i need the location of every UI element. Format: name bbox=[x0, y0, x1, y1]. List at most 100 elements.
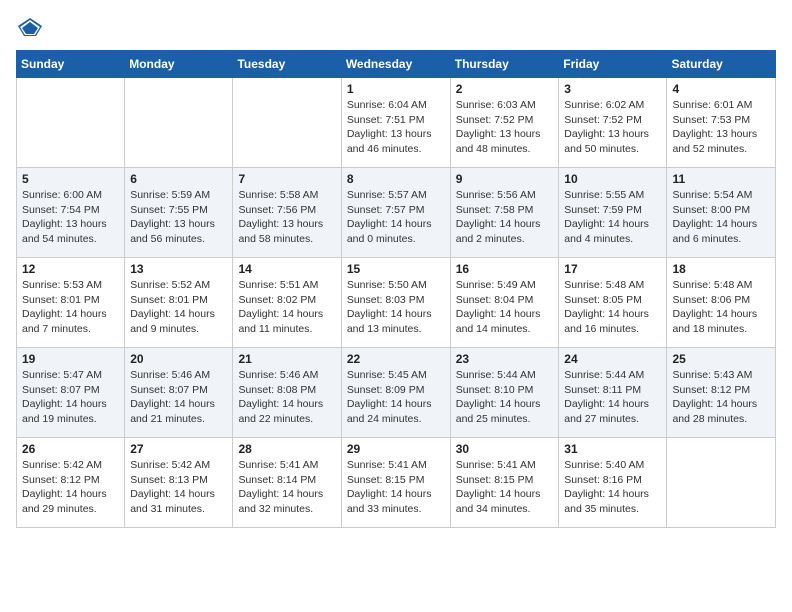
calendar-cell: 22 Sunrise: 5:45 AM Sunset: 8:09 PM Dayli… bbox=[341, 348, 450, 438]
calendar-week-row: 19 Sunrise: 5:47 AM Sunset: 8:07 PM Dayli… bbox=[17, 348, 776, 438]
calendar-cell: 9 Sunrise: 5:56 AM Sunset: 7:58 PM Daylig… bbox=[450, 168, 559, 258]
day-info: Sunrise: 5:41 AM Sunset: 8:15 PM Dayligh… bbox=[456, 458, 554, 517]
day-info: Sunrise: 5:48 AM Sunset: 8:06 PM Dayligh… bbox=[672, 278, 770, 337]
day-info: Sunrise: 6:01 AM Sunset: 7:53 PM Dayligh… bbox=[672, 98, 770, 157]
calendar-cell: 19 Sunrise: 5:47 AM Sunset: 8:07 PM Dayli… bbox=[17, 348, 125, 438]
calendar-cell: 11 Sunrise: 5:54 AM Sunset: 8:00 PM Dayli… bbox=[667, 168, 776, 258]
day-number: 22 bbox=[347, 352, 445, 366]
calendar-cell: 15 Sunrise: 5:50 AM Sunset: 8:03 PM Dayli… bbox=[341, 258, 450, 348]
day-number: 24 bbox=[564, 352, 661, 366]
calendar-cell bbox=[17, 78, 125, 168]
day-number: 29 bbox=[347, 442, 445, 456]
calendar-cell: 1 Sunrise: 6:04 AM Sunset: 7:51 PM Daylig… bbox=[341, 78, 450, 168]
weekday-header: Wednesday bbox=[341, 51, 450, 78]
day-number: 5 bbox=[22, 172, 119, 186]
calendar-cell: 29 Sunrise: 5:41 AM Sunset: 8:15 PM Dayli… bbox=[341, 438, 450, 528]
day-number: 18 bbox=[672, 262, 770, 276]
day-info: Sunrise: 6:04 AM Sunset: 7:51 PM Dayligh… bbox=[347, 98, 445, 157]
weekday-header: Saturday bbox=[667, 51, 776, 78]
day-info: Sunrise: 5:42 AM Sunset: 8:12 PM Dayligh… bbox=[22, 458, 119, 517]
day-number: 7 bbox=[238, 172, 335, 186]
day-info: Sunrise: 5:47 AM Sunset: 8:07 PM Dayligh… bbox=[22, 368, 119, 427]
day-number: 16 bbox=[456, 262, 554, 276]
calendar-cell: 16 Sunrise: 5:49 AM Sunset: 8:04 PM Dayli… bbox=[450, 258, 559, 348]
calendar-cell: 10Sunrise: 5:55 AM Sunset: 7:59 PM Dayli… bbox=[559, 168, 667, 258]
day-info: Sunrise: 5:43 AM Sunset: 8:12 PM Dayligh… bbox=[672, 368, 770, 427]
day-number: 6 bbox=[130, 172, 227, 186]
day-info: Sunrise: 5:51 AM Sunset: 8:02 PM Dayligh… bbox=[238, 278, 335, 337]
day-number: 28 bbox=[238, 442, 335, 456]
calendar-cell: 6 Sunrise: 5:59 AM Sunset: 7:55 PM Daylig… bbox=[125, 168, 233, 258]
day-info: Sunrise: 5:41 AM Sunset: 8:14 PM Dayligh… bbox=[238, 458, 335, 517]
day-number: 8 bbox=[347, 172, 445, 186]
day-info: Sunrise: 5:50 AM Sunset: 8:03 PM Dayligh… bbox=[347, 278, 445, 337]
day-info: Sunrise: 6:03 AM Sunset: 7:52 PM Dayligh… bbox=[456, 98, 554, 157]
calendar-cell: 17Sunrise: 5:48 AM Sunset: 8:05 PM Dayli… bbox=[559, 258, 667, 348]
calendar-week-row: 1 Sunrise: 6:04 AM Sunset: 7:51 PM Daylig… bbox=[17, 78, 776, 168]
calendar-cell: 25 Sunrise: 5:43 AM Sunset: 8:12 PM Dayli… bbox=[667, 348, 776, 438]
calendar-cell bbox=[667, 438, 776, 528]
calendar-cell: 13 Sunrise: 5:52 AM Sunset: 8:01 PM Dayli… bbox=[125, 258, 233, 348]
day-info: Sunrise: 5:58 AM Sunset: 7:56 PM Dayligh… bbox=[238, 188, 335, 247]
day-number: 20 bbox=[130, 352, 227, 366]
day-info: Sunrise: 5:52 AM Sunset: 8:01 PM Dayligh… bbox=[130, 278, 227, 337]
day-number: 23 bbox=[456, 352, 554, 366]
calendar-cell: 20Sunrise: 5:46 AM Sunset: 8:07 PM Dayli… bbox=[125, 348, 233, 438]
day-info: Sunrise: 5:44 AM Sunset: 8:11 PM Dayligh… bbox=[564, 368, 661, 427]
day-number: 30 bbox=[456, 442, 554, 456]
page-header bbox=[16, 16, 776, 38]
day-number: 11 bbox=[672, 172, 770, 186]
day-number: 27 bbox=[130, 442, 227, 456]
day-number: 13 bbox=[130, 262, 227, 276]
calendar-cell bbox=[233, 78, 341, 168]
day-number: 17 bbox=[564, 262, 661, 276]
day-info: Sunrise: 5:45 AM Sunset: 8:09 PM Dayligh… bbox=[347, 368, 445, 427]
day-info: Sunrise: 5:57 AM Sunset: 7:57 PM Dayligh… bbox=[347, 188, 445, 247]
calendar-cell: 21Sunrise: 5:46 AM Sunset: 8:08 PM Dayli… bbox=[233, 348, 341, 438]
weekday-header: Monday bbox=[125, 51, 233, 78]
calendar-week-row: 5Sunrise: 6:00 AM Sunset: 7:54 PM Daylig… bbox=[17, 168, 776, 258]
day-info: Sunrise: 5:49 AM Sunset: 8:04 PM Dayligh… bbox=[456, 278, 554, 337]
day-info: Sunrise: 5:56 AM Sunset: 7:58 PM Dayligh… bbox=[456, 188, 554, 247]
calendar-cell: 31 Sunrise: 5:40 AM Sunset: 8:16 PM Dayli… bbox=[559, 438, 667, 528]
calendar-week-row: 26Sunrise: 5:42 AM Sunset: 8:12 PM Dayli… bbox=[17, 438, 776, 528]
calendar-cell: 3 Sunrise: 6:02 AM Sunset: 7:52 PM Daylig… bbox=[559, 78, 667, 168]
calendar-cell: 26Sunrise: 5:42 AM Sunset: 8:12 PM Dayli… bbox=[17, 438, 125, 528]
calendar-cell: 24 Sunrise: 5:44 AM Sunset: 8:11 PM Dayli… bbox=[559, 348, 667, 438]
weekday-header: Tuesday bbox=[233, 51, 341, 78]
day-number: 3 bbox=[564, 82, 661, 96]
day-info: Sunrise: 5:41 AM Sunset: 8:15 PM Dayligh… bbox=[347, 458, 445, 517]
day-number: 25 bbox=[672, 352, 770, 366]
weekday-header: Friday bbox=[559, 51, 667, 78]
day-number: 14 bbox=[238, 262, 335, 276]
day-number: 10 bbox=[564, 172, 661, 186]
day-number: 4 bbox=[672, 82, 770, 96]
calendar-cell: 12 Sunrise: 5:53 AM Sunset: 8:01 PM Dayli… bbox=[17, 258, 125, 348]
day-info: Sunrise: 5:54 AM Sunset: 8:00 PM Dayligh… bbox=[672, 188, 770, 247]
day-info: Sunrise: 5:40 AM Sunset: 8:16 PM Dayligh… bbox=[564, 458, 661, 517]
calendar-cell: 28 Sunrise: 5:41 AM Sunset: 8:14 PM Dayli… bbox=[233, 438, 341, 528]
calendar-header-row: SundayMondayTuesdayWednesdayThursdayFrid… bbox=[17, 51, 776, 78]
calendar-week-row: 12 Sunrise: 5:53 AM Sunset: 8:01 PM Dayli… bbox=[17, 258, 776, 348]
calendar-cell: 8 Sunrise: 5:57 AM Sunset: 7:57 PM Daylig… bbox=[341, 168, 450, 258]
day-info: Sunrise: 5:59 AM Sunset: 7:55 PM Dayligh… bbox=[130, 188, 227, 247]
day-number: 15 bbox=[347, 262, 445, 276]
calendar-cell: 5Sunrise: 6:00 AM Sunset: 7:54 PM Daylig… bbox=[17, 168, 125, 258]
day-info: Sunrise: 6:02 AM Sunset: 7:52 PM Dayligh… bbox=[564, 98, 661, 157]
calendar-cell: 7 Sunrise: 5:58 AM Sunset: 7:56 PM Daylig… bbox=[233, 168, 341, 258]
day-number: 31 bbox=[564, 442, 661, 456]
day-info: Sunrise: 5:53 AM Sunset: 8:01 PM Dayligh… bbox=[22, 278, 119, 337]
calendar-cell: 27Sunrise: 5:42 AM Sunset: 8:13 PM Dayli… bbox=[125, 438, 233, 528]
day-number: 21 bbox=[238, 352, 335, 366]
day-number: 2 bbox=[456, 82, 554, 96]
day-number: 12 bbox=[22, 262, 119, 276]
calendar-cell: 23 Sunrise: 5:44 AM Sunset: 8:10 PM Dayli… bbox=[450, 348, 559, 438]
calendar-cell bbox=[125, 78, 233, 168]
day-number: 19 bbox=[22, 352, 119, 366]
day-number: 9 bbox=[456, 172, 554, 186]
day-number: 1 bbox=[347, 82, 445, 96]
calendar-cell: 4 Sunrise: 6:01 AM Sunset: 7:53 PM Daylig… bbox=[667, 78, 776, 168]
calendar-cell: 2 Sunrise: 6:03 AM Sunset: 7:52 PM Daylig… bbox=[450, 78, 559, 168]
day-info: Sunrise: 5:44 AM Sunset: 8:10 PM Dayligh… bbox=[456, 368, 554, 427]
calendar-table: SundayMondayTuesdayWednesdayThursdayFrid… bbox=[16, 50, 776, 528]
